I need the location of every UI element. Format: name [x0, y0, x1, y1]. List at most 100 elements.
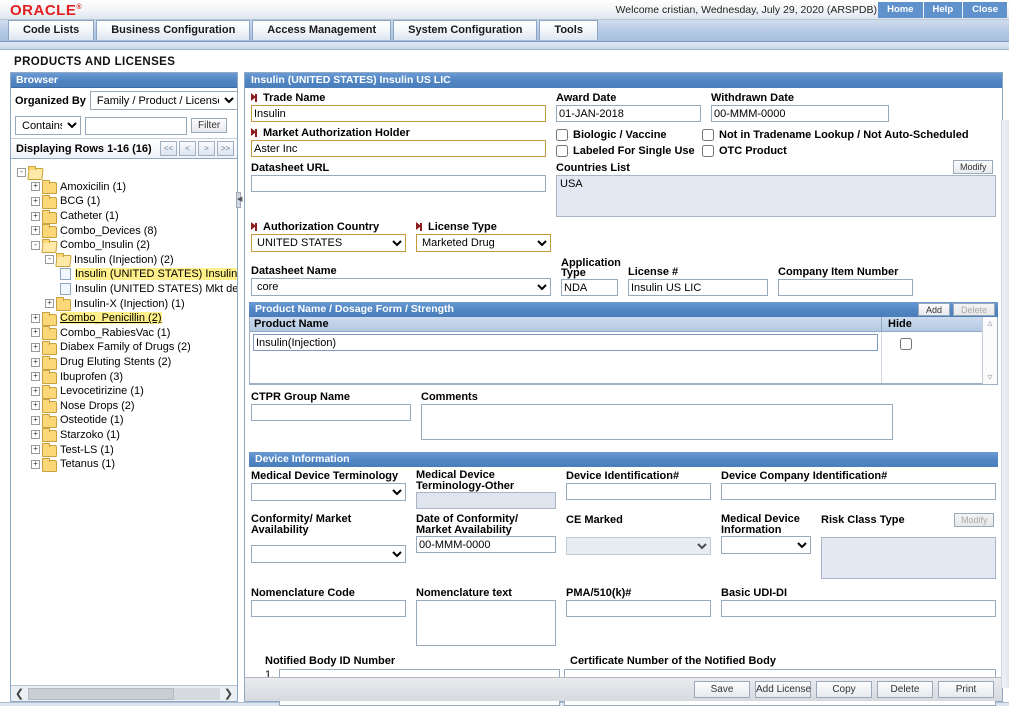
previous-page-button[interactable]: < [179, 141, 196, 156]
company-item-number-input[interactable] [778, 279, 913, 296]
labeled-single-use-checkbox[interactable]: Labeled For Single Use [556, 145, 695, 157]
tree-expander-icon[interactable]: + [31, 401, 40, 411]
tree-expander-icon[interactable]: + [31, 357, 40, 367]
tree-node-label[interactable]: Combo_Penicillin (2) [60, 312, 162, 325]
tree-node-label[interactable]: Insulin (UNITED STATES) Insulin US [75, 268, 237, 281]
tree-node-label[interactable]: Levocetirizine (1) [60, 385, 144, 397]
otc-product-checkbox[interactable]: OTC Product [702, 145, 787, 157]
tree-node[interactable]: + Diabex Family of Drugs (2) [17, 340, 237, 355]
tree-node-label[interactable]: Combo_Devices (8) [60, 225, 157, 237]
help-button[interactable]: Help [923, 2, 963, 18]
tree-expander-icon[interactable]: - [31, 240, 40, 250]
tab-code-lists[interactable]: Code Lists [8, 20, 95, 40]
print-button[interactable]: Print [938, 681, 994, 698]
biologic-vaccine-input[interactable] [556, 129, 568, 141]
delete-button[interactable]: Delete [877, 681, 933, 698]
tree-expander-icon[interactable]: + [45, 299, 54, 309]
authorization-country-select[interactable]: UNITED STATES [251, 234, 406, 252]
first-page-button[interactable]: << [160, 141, 177, 156]
trade-name-input[interactable] [251, 105, 546, 122]
license-type-select[interactable]: Marketed Drug [416, 234, 551, 252]
tree-expander-icon[interactable]: + [31, 430, 40, 440]
tree-expander-icon[interactable]: + [31, 313, 40, 323]
home-button[interactable]: Home [878, 2, 923, 18]
market-authorization-holder-input[interactable] [251, 140, 546, 157]
tree-expander-icon[interactable]: - [45, 255, 54, 265]
countries-list-box[interactable]: USA [556, 175, 996, 217]
device-identification-input[interactable] [566, 483, 711, 500]
next-page-button[interactable]: > [198, 141, 215, 156]
scroll-track[interactable] [28, 687, 220, 700]
tree-node-label[interactable]: Starzoko (1) [60, 429, 120, 441]
tree-node-label[interactable]: BCG (1) [60, 195, 100, 207]
withdrawn-date-input[interactable] [711, 105, 889, 122]
tree-node[interactable]: + Nose Drops (2) [17, 399, 237, 414]
filter-input[interactable] [85, 116, 187, 135]
not-in-tradename-lookup-input[interactable] [702, 129, 714, 141]
tree-expander-icon[interactable]: + [31, 211, 40, 221]
product-family-tree[interactable]: - + Amoxicilin (1) + BCG (1) + Catheter (1) + C… [11, 159, 237, 685]
tree-expander-icon[interactable]: + [31, 445, 40, 455]
datasheet-url-input[interactable] [251, 175, 546, 192]
product-add-button[interactable]: Add [917, 303, 950, 316]
tree-node[interactable]: - Combo_Insulin (2) [17, 238, 237, 253]
tree-node-label[interactable]: Insulin (Injection) (2) [74, 254, 174, 266]
tree-node[interactable]: + Combo_Devices (8) [17, 223, 237, 239]
tree-node[interactable]: + Insulin-X (Injection) (1) [17, 296, 237, 312]
basic-udi-di-input[interactable] [721, 600, 996, 617]
scroll-up-icon[interactable]: ▵ [987, 319, 992, 329]
nomenclature-code-input[interactable] [251, 600, 406, 617]
scroll-left-icon[interactable]: ❮ [12, 687, 27, 700]
tree-node-label[interactable]: Drug Eluting Stents (2) [60, 356, 171, 368]
product-grid-vertical-scrollbar[interactable]: ▵ ▿ [982, 317, 997, 384]
tree-node[interactable]: + Osteotide (1) [17, 413, 237, 428]
tab-access-management[interactable]: Access Management [252, 20, 392, 40]
tree-root-node[interactable]: - [17, 165, 237, 180]
labeled-single-use-input[interactable] [556, 145, 568, 157]
award-date-input[interactable] [556, 105, 701, 122]
add-license-button[interactable]: Add License [755, 681, 811, 698]
nomenclature-text-textarea[interactable] [416, 600, 556, 646]
tree-node-label[interactable]: Diabex Family of Drugs (2) [60, 341, 191, 353]
otc-product-input[interactable] [702, 145, 714, 157]
risk-class-type-listbox[interactable] [821, 537, 996, 579]
tree-expander-icon[interactable]: + [31, 459, 40, 469]
date-of-conformity-input[interactable] [416, 536, 556, 553]
tree-expander-icon[interactable]: - [17, 167, 26, 177]
copy-button[interactable]: Copy [816, 681, 872, 698]
tree-expander-icon[interactable]: + [31, 386, 40, 396]
tree-node-label[interactable]: Insulin (UNITED STATES) Mkt dev [75, 283, 237, 295]
tree-node[interactable]: Insulin (UNITED STATES) Insulin US [17, 267, 237, 282]
tree-horizontal-scrollbar[interactable]: ❮ ❯ [11, 685, 237, 701]
tree-expander-icon[interactable]: + [31, 182, 40, 192]
tree-expander-icon[interactable]: + [31, 372, 40, 382]
tree-node[interactable]: + Starzoko (1) [17, 428, 237, 443]
tree-expander-icon[interactable]: + [31, 342, 40, 352]
tree-node-label[interactable]: Insulin-X (Injection) (1) [74, 298, 185, 310]
medical-device-terminology-select[interactable] [251, 483, 406, 501]
tree-node[interactable]: + Catheter (1) [17, 209, 237, 224]
tree-expander-icon[interactable]: + [31, 415, 40, 425]
tree-node[interactable]: Insulin (UNITED STATES) Mkt dev [17, 282, 237, 297]
countries-list-item[interactable]: USA [560, 178, 992, 190]
save-button[interactable]: Save [694, 681, 750, 698]
tree-expander-icon[interactable]: + [31, 196, 40, 206]
tree-node[interactable]: - Insulin (Injection) (2) [17, 253, 237, 268]
tree-node-label[interactable]: Test-LS (1) [60, 444, 114, 456]
last-page-button[interactable]: >> [217, 141, 234, 156]
organized-by-select[interactable]: Family / Product / Licenses [89, 91, 238, 110]
panel-collapse-handle[interactable]: ◀ [236, 192, 242, 208]
tree-node[interactable]: + Levocetirizine (1) [17, 384, 237, 399]
pma-510k-input[interactable] [566, 600, 711, 617]
tree-node[interactable]: + BCG (1) [17, 194, 237, 209]
scroll-thumb[interactable] [28, 687, 174, 700]
tree-node[interactable]: + Combo_Penicillin (2) [17, 311, 237, 326]
tree-node-label[interactable]: Amoxicilin (1) [60, 181, 126, 193]
tree-node-label[interactable]: Tetanus (1) [60, 458, 115, 470]
not-in-tradename-lookup-checkbox[interactable]: Not in Tradename Lookup / Not Auto-Sched… [702, 129, 969, 141]
comments-textarea[interactable] [421, 404, 893, 440]
datasheet-name-select[interactable]: core [251, 278, 551, 296]
filter-button[interactable]: Filter [191, 118, 227, 133]
product-name-input[interactable] [253, 334, 878, 351]
tree-node[interactable]: + Test-LS (1) [17, 442, 237, 458]
